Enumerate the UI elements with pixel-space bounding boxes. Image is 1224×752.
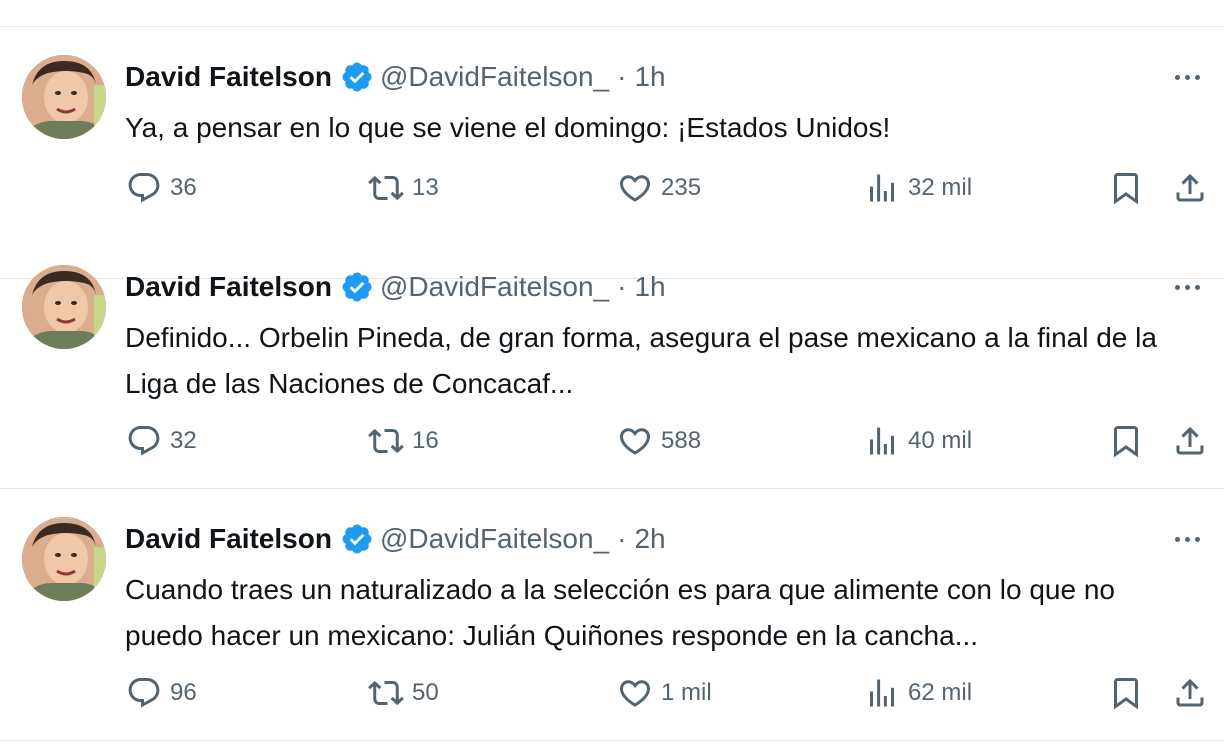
author-name[interactable]: David Faitelson	[125, 521, 332, 557]
retweet-count: 16	[412, 427, 439, 454]
share-button[interactable]	[1172, 421, 1208, 461]
reply-count: 36	[170, 174, 197, 201]
like-button[interactable]: 588	[617, 421, 701, 461]
views-button[interactable]: 32 mil	[864, 168, 972, 208]
views-count: 62 mil	[908, 679, 973, 706]
heart-icon	[619, 680, 651, 707]
author-name[interactable]: David Faitelson	[125, 59, 332, 95]
author-handle[interactable]: @DavidFaitelson_	[380, 521, 609, 557]
share-icon	[1176, 678, 1204, 707]
author-handle[interactable]: @DavidFaitelson_	[380, 59, 609, 95]
author-handle[interactable]: @DavidFaitelson_	[380, 269, 609, 305]
reply-button[interactable]: 36	[126, 168, 197, 208]
bookmark-icon	[1114, 173, 1138, 205]
reply-button[interactable]: 32	[126, 421, 197, 461]
header-separator: ·	[617, 271, 627, 302]
like-count: 1 mil	[661, 679, 712, 706]
views-count: 32 mil	[908, 174, 973, 201]
tweet-header: David Faitelson @DavidFaitelson_ · 1h	[125, 59, 666, 95]
reply-icon	[128, 678, 160, 708]
verified-badge-icon	[340, 522, 374, 556]
tweet-timestamp[interactable]: 2h	[634, 521, 665, 557]
tweet[interactable]: David Faitelson @DavidFaitelson_ · 2h Cu…	[0, 489, 1224, 741]
header-separator: ·	[617, 61, 627, 92]
views-icon	[870, 174, 894, 202]
views-button[interactable]: 40 mil	[864, 421, 972, 461]
bookmark-icon	[1114, 678, 1138, 710]
more-icon[interactable]	[1168, 525, 1206, 553]
reply-icon	[128, 426, 160, 456]
share-button[interactable]	[1172, 168, 1208, 208]
tweet-text: Definido... Orbelin Pineda, de gran form…	[125, 322, 1157, 399]
avatar[interactable]	[22, 265, 106, 349]
heart-icon	[619, 428, 651, 455]
bookmark-button[interactable]	[1108, 168, 1144, 208]
reply-button[interactable]: 96	[126, 673, 197, 713]
tweet-text: Ya, a pensar en lo que se viene el domin…	[125, 112, 891, 143]
heart-icon	[619, 175, 651, 202]
retweet-count: 13	[412, 174, 439, 201]
views-icon	[870, 679, 894, 707]
share-button[interactable]	[1172, 673, 1208, 713]
bookmark-button[interactable]	[1108, 673, 1144, 713]
like-button[interactable]: 235	[617, 168, 701, 208]
share-icon	[1176, 173, 1204, 202]
retweet-icon	[368, 680, 404, 706]
like-button[interactable]: 1 mil	[617, 673, 712, 713]
views-button[interactable]: 62 mil	[864, 673, 972, 713]
verified-badge-icon	[340, 60, 374, 94]
tweet-header: David Faitelson @DavidFaitelson_ · 1h	[125, 269, 666, 305]
tweet-timestamp[interactable]: 1h	[634, 59, 665, 95]
reply-count: 32	[170, 427, 197, 454]
retweet-button[interactable]: 50	[368, 673, 439, 713]
reply-icon	[128, 173, 160, 203]
tweet-timestamp[interactable]: 1h	[634, 269, 665, 305]
retweet-count: 50	[412, 679, 439, 706]
reply-count: 96	[170, 679, 197, 706]
verified-badge-icon	[340, 270, 374, 304]
tweet-header: David Faitelson @DavidFaitelson_ · 2h	[125, 521, 666, 557]
views-count: 40 mil	[908, 427, 973, 454]
bookmark-button[interactable]	[1108, 421, 1144, 461]
share-icon	[1176, 426, 1204, 455]
bookmark-icon	[1114, 426, 1138, 458]
author-name[interactable]: David Faitelson	[125, 269, 332, 305]
tweet-divider	[0, 740, 1224, 741]
tweet[interactable]: David Faitelson @DavidFaitelson_ · 1h De…	[0, 237, 1224, 489]
more-icon[interactable]	[1168, 273, 1206, 301]
retweet-button[interactable]: 16	[368, 421, 439, 461]
header-separator: ·	[617, 523, 627, 554]
like-count: 588	[661, 427, 702, 454]
retweet-icon	[368, 175, 404, 201]
more-icon[interactable]	[1168, 63, 1206, 91]
views-icon	[870, 427, 894, 455]
retweet-button[interactable]: 13	[368, 168, 439, 208]
avatar[interactable]	[22, 517, 106, 601]
tweet-text: Cuando traes un naturalizado a la selecc…	[125, 574, 1115, 651]
like-count: 235	[661, 174, 702, 201]
avatar[interactable]	[22, 55, 106, 139]
retweet-icon	[368, 428, 404, 454]
